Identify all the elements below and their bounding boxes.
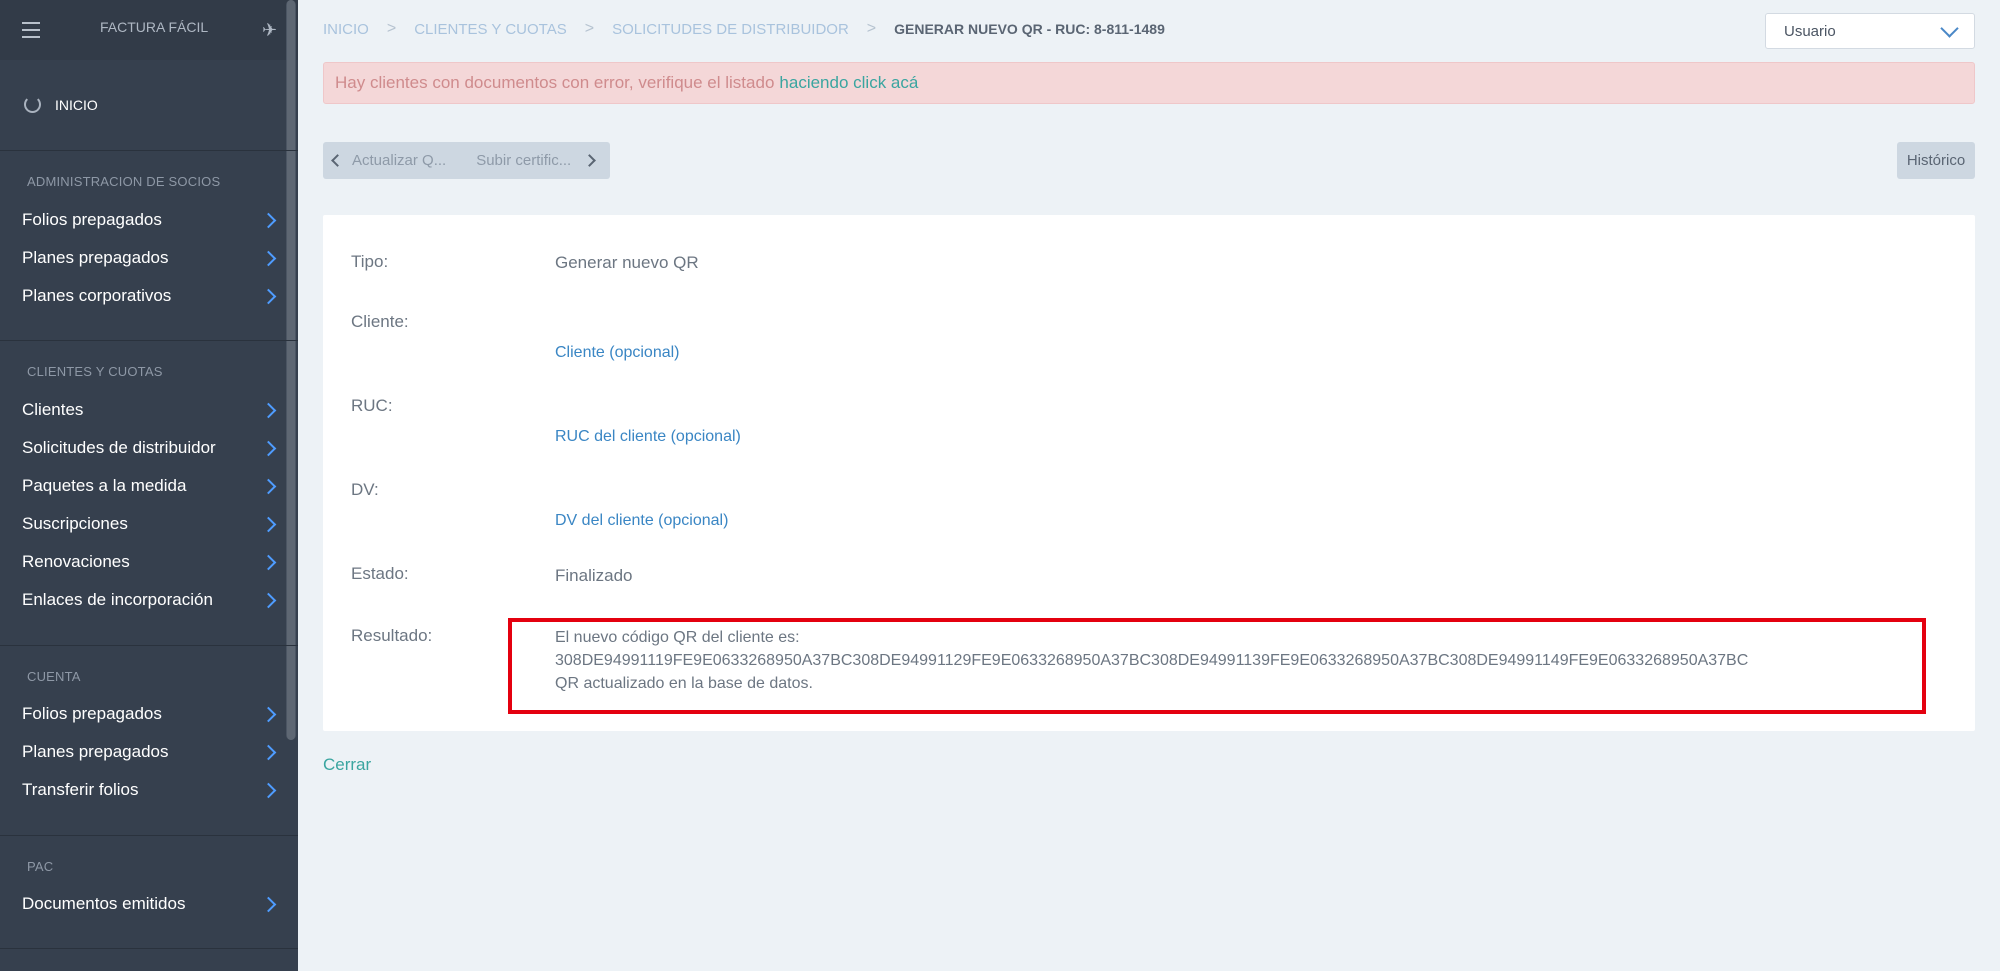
dv-label: DV: (351, 480, 379, 499)
sidebar-divider (0, 948, 298, 949)
chevron-right-icon[interactable] (583, 154, 597, 167)
cliente-label: Cliente: (351, 312, 409, 331)
chevron-right-icon (260, 782, 277, 798)
pager-next-step[interactable]: Subir certific... (476, 152, 571, 169)
chevron-right-icon (260, 516, 277, 532)
sidebar-header: FACTURA FÁCIL ✈ (0, 0, 298, 60)
resultado-text: El nuevo código QR del cliente es: 308DE… (555, 626, 1748, 695)
breadcrumb-inicio[interactable]: INICIO (323, 21, 369, 38)
sidebar-item-label: Renovaciones (22, 552, 130, 571)
sidebar-divider (0, 150, 298, 151)
chevron-right-icon (260, 288, 277, 304)
sidebar-item-label: Planes prepagados (22, 742, 169, 761)
sidebar-item-label: Transferir folios (22, 780, 139, 799)
tipo-value: Generar nuevo QR (555, 253, 699, 272)
ruc-link[interactable]: RUC del cliente (opcional) (555, 428, 741, 446)
cerrar-link[interactable]: Cerrar (323, 755, 371, 775)
chevron-right-icon (260, 250, 277, 266)
sidebar-divider (0, 340, 298, 341)
breadcrumb-current: GENERAR NUEVO QR - RUC: 8-811-1489 (894, 21, 1165, 37)
chevron-right-icon (260, 744, 277, 760)
chevron-right-icon (260, 478, 277, 494)
section-title-pac: PAC (27, 859, 54, 874)
sidebar-item-label: Enlaces de incorporación (22, 590, 213, 609)
chevron-right-icon: > (386, 20, 397, 37)
sidebar-divider (0, 835, 298, 836)
sidebar-item-label: Planes corporativos (22, 286, 172, 305)
sidebar-item-planes-corporativos[interactable]: Planes corporativos (22, 281, 284, 311)
breadcrumb-clientes[interactable]: CLIENTES Y CUOTAS (414, 21, 567, 38)
sidebar-item-folios-prepagados[interactable]: Folios prepagados (22, 205, 284, 235)
section-title-clientes: CLIENTES Y CUOTAS (27, 364, 163, 379)
chevron-right-icon (260, 212, 277, 228)
historico-button[interactable]: Histórico (1897, 142, 1975, 179)
sidebar-item-label: Paquetes a la medida (22, 476, 187, 495)
chevron-right-icon (260, 896, 277, 912)
sidebar-item-inicio[interactable]: INICIO (24, 96, 98, 113)
chevron-left-icon[interactable] (331, 154, 344, 167)
resultado-line-status: QR actualizado en la base de datos. (555, 675, 813, 692)
sidebar-item-paquetes[interactable]: Paquetes a la medida (22, 471, 284, 501)
sidebar-item-label: Clientes (22, 400, 84, 419)
main-content: INICIO > CLIENTES Y CUOTAS > SOLICITUDES… (298, 0, 2000, 971)
chevron-right-icon: > (866, 20, 877, 37)
chevron-down-icon (1940, 18, 1959, 38)
cliente-link[interactable]: Cliente (opcional) (555, 344, 680, 362)
sidebar-item-solicitudes[interactable]: Solicitudes de distribuidor (22, 433, 284, 463)
chevron-right-icon (260, 554, 277, 570)
alert-link[interactable]: haciendo click acá (779, 73, 918, 93)
section-title-cuenta: CUENTA (27, 669, 81, 684)
estado-label: Estado: (351, 564, 409, 583)
sidebar-item-cuenta-planes[interactable]: Planes prepagados (22, 737, 284, 767)
chevron-right-icon (260, 592, 277, 608)
sidebar-item-label: Folios prepagados (22, 210, 162, 229)
sidebar: FACTURA FÁCIL ✈ INICIO ADMINISTRACION DE… (0, 0, 298, 971)
step-pager: Actualizar Q... Subir certific... (323, 142, 610, 179)
breadcrumb-solicitudes[interactable]: SOLICITUDES DE DISTRIBUIDOR (612, 21, 849, 38)
sidebar-item-renovaciones[interactable]: Renovaciones (22, 547, 284, 577)
pin-icon[interactable]: ✈ (262, 20, 277, 41)
alert-text: Hay clientes con documentos con error, v… (335, 73, 775, 92)
sidebar-item-documentos[interactable]: Documentos emitidos (22, 889, 284, 919)
sidebar-item-cuenta-folios[interactable]: Folios prepagados (22, 699, 284, 729)
sidebar-item-label: Planes prepagados (22, 248, 169, 267)
user-dropdown[interactable]: Usuario (1765, 13, 1975, 49)
sidebar-item-label: Solicitudes de distribuidor (22, 438, 216, 457)
sidebar-item-enlaces[interactable]: Enlaces de incorporación (22, 585, 284, 615)
chevron-right-icon: > (584, 20, 595, 37)
detail-card: Tipo: Generar nuevo QR Cliente: Cliente … (323, 215, 1975, 731)
sidebar-divider (0, 645, 298, 646)
error-alert: Hay clientes con documentos con error, v… (323, 62, 1975, 104)
resultado-label: Resultado: (351, 626, 433, 645)
loading-ring-icon (24, 96, 41, 113)
ruc-label: RUC: (351, 396, 393, 415)
breadcrumb: INICIO > CLIENTES Y CUOTAS > SOLICITUDES… (323, 20, 1165, 38)
section-title-administracion: ADMINISTRACION DE SOCIOS (27, 174, 221, 189)
sidebar-item-label: Documentos emitidos (22, 894, 186, 913)
hamburger-menu-icon[interactable] (22, 22, 40, 38)
pager-prev-step[interactable]: Actualizar Q... (352, 152, 446, 169)
resultado-line-intro: El nuevo código QR del cliente es: (555, 629, 800, 646)
chevron-right-icon (260, 440, 277, 456)
brand-name: FACTURA FÁCIL (100, 19, 209, 35)
sidebar-item-suscripciones[interactable]: Suscripciones (22, 509, 284, 539)
sidebar-item-clientes[interactable]: Clientes (22, 395, 284, 425)
tipo-label: Tipo: (351, 252, 389, 271)
sidebar-item-planes-prepagados[interactable]: Planes prepagados (22, 243, 284, 273)
chevron-right-icon (260, 402, 277, 418)
chevron-right-icon (260, 706, 277, 722)
sidebar-item-label: INICIO (55, 96, 98, 113)
dv-link[interactable]: DV del cliente (opcional) (555, 512, 728, 530)
sidebar-item-label: Folios prepagados (22, 704, 162, 723)
sidebar-item-label: Suscripciones (22, 514, 128, 533)
user-dropdown-label: Usuario (1784, 22, 1836, 40)
sidebar-scrollbar[interactable] (286, 0, 296, 740)
estado-value: Finalizado (555, 566, 633, 585)
sidebar-item-transferir[interactable]: Transferir folios (22, 775, 284, 805)
resultado-qr-code: 308DE94991119FE9E0633268950A37BC308DE949… (555, 652, 1749, 669)
